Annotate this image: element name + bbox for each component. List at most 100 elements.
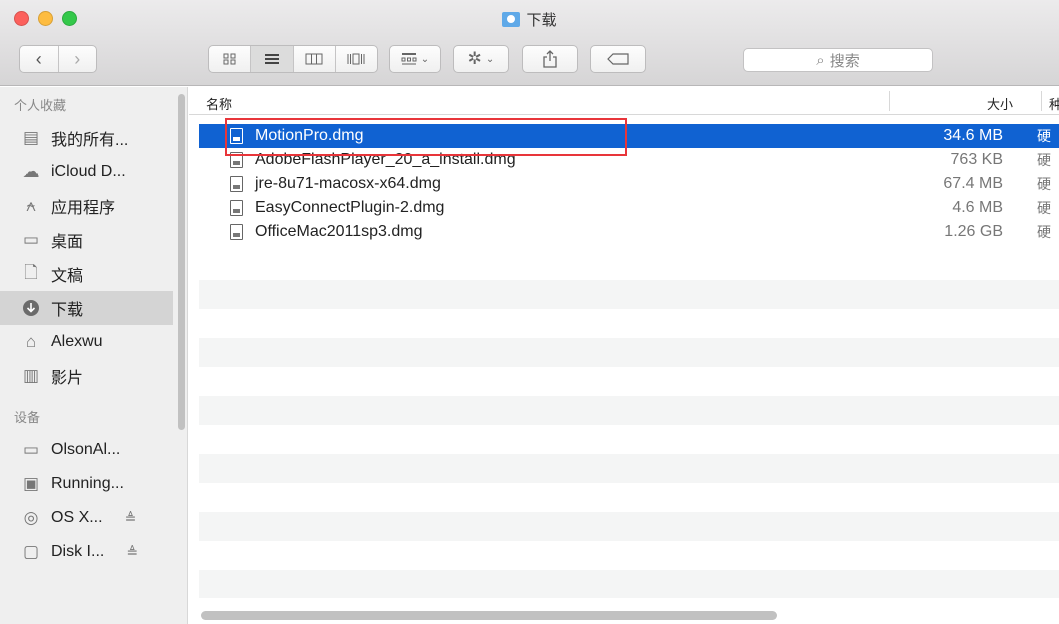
sidebar-item-label: iCloud D... (51, 163, 126, 180)
sidebar-item-downloads[interactable]: 下载 (0, 291, 173, 325)
sidebar-item-label: 应用程序 (51, 200, 116, 217)
file-size: 763 KB (950, 151, 1003, 168)
dmg-file-icon (230, 200, 243, 216)
sidebar-item-movies[interactable]: ▥ 影片 (0, 359, 173, 393)
applications-icon: ⍲ (25, 196, 37, 215)
file-name: jre-8u71-macosx-x64.dmg (255, 175, 441, 192)
downloads-icon (21, 298, 41, 318)
eject-icon[interactable]: ≜ (126, 544, 138, 561)
sidebar: 个人收藏 ▤ 我的所有... ☁ iCloud D... ⍲ 应用程序 ▭ 桌面… (0, 87, 188, 624)
chevron-left-icon: ‹ (35, 48, 42, 69)
disk-image-icon: ▣ (22, 474, 40, 493)
file-kind: 硬 (1037, 224, 1051, 240)
sidebar-item-label: 文稿 (51, 268, 84, 285)
file-name: OfficeMac2011sp3.dmg (255, 223, 423, 240)
column-divider[interactable] (889, 91, 890, 111)
share-icon (543, 50, 557, 68)
dmg-file-icon (230, 224, 243, 240)
file-size: 67.4 MB (943, 175, 1003, 192)
chevron-down-icon: ⌄ (420, 53, 430, 65)
sidebar-item-applications[interactable]: ⍲ 应用程序 (0, 189, 173, 223)
column-header-name[interactable]: 名称 (206, 94, 232, 113)
file-size: 34.6 MB (943, 127, 1003, 144)
file-name: EasyConnectPlugin-2.dmg (255, 199, 445, 216)
gear-icon: ✲ (467, 49, 482, 68)
sidebar-scrollbar[interactable] (178, 94, 185, 430)
documents-icon: 🗋 (24, 262, 38, 282)
arrange-grid-icon (401, 53, 417, 65)
back-button[interactable]: ‹ (20, 46, 58, 72)
sidebar-item-home[interactable]: ⌂ Alexwu (0, 325, 173, 359)
sidebar-item-label: Alexwu (51, 333, 103, 350)
search-icon: ⌕ (816, 51, 825, 69)
coverflow-icon (347, 53, 365, 65)
sidebar-item-icloud-drive[interactable]: ☁ iCloud D... (0, 155, 173, 189)
edit-tags-button[interactable] (590, 45, 646, 73)
list-view-button[interactable] (250, 46, 293, 72)
disk-icon: ▢ (22, 542, 40, 561)
tag-icon (607, 53, 629, 65)
icloud-icon: ☁ (22, 162, 40, 181)
file-kind: 硬 (1037, 152, 1051, 168)
file-row[interactable]: OfficeMac2011sp3.dmg 1.26 GB 硬 (199, 220, 1059, 244)
file-kind: 硬 (1037, 200, 1051, 216)
desktop-icon: ▭ (22, 230, 40, 249)
movies-icon: ▥ (22, 366, 40, 385)
search-field[interactable]: ⌕ 搜索 (743, 48, 933, 72)
optical-disk-icon: ◎ (23, 508, 39, 527)
sidebar-item-computer[interactable]: ▭ OlsonAl... (0, 433, 173, 467)
dmg-file-icon (230, 176, 243, 192)
file-size: 4.6 MB (952, 199, 1003, 216)
sidebar-item-label: 我的所有... (51, 132, 129, 149)
devices-heading: 设备 (14, 409, 41, 425)
sidebar-item-running-disk[interactable]: ▣ Running... (0, 467, 173, 501)
toolbar: 下载 ‹ › ⌄ ✲ ⌄ ⌕ 搜索 (0, 0, 1059, 86)
home-icon: ⌂ (25, 332, 37, 351)
coverflow-view-button[interactable] (334, 46, 377, 72)
sidebar-item-label: OlsonAl... (51, 441, 121, 458)
file-size: 1.26 GB (944, 223, 1003, 240)
annotation-highlight-box (225, 118, 627, 156)
sidebar-item-osx-disk[interactable]: ◎ OS X... ≜ (0, 501, 173, 535)
finder-window: 下载 ‹ › ⌄ ✲ ⌄ ⌕ 搜索 个人收藏 ▤ 我的所有... ☁ iClou… (0, 0, 1059, 624)
file-row[interactable]: jre-8u71-macosx-x64.dmg 67.4 MB 硬 (199, 172, 1059, 196)
forward-button[interactable]: › (57, 46, 97, 72)
sidebar-item-disk-image[interactable]: ▢ Disk I... ≜ (0, 535, 173, 569)
sidebar-item-label: Running... (51, 475, 124, 492)
search-placeholder: 搜索 (829, 52, 860, 70)
file-row[interactable]: EasyConnectPlugin-2.dmg 4.6 MB 硬 (199, 196, 1059, 220)
sidebar-item-desktop[interactable]: ▭ 桌面 (0, 223, 173, 257)
eject-icon[interactable]: ≜ (125, 510, 137, 527)
window-title-text: 下载 (526, 12, 557, 29)
share-button[interactable] (522, 45, 578, 73)
computer-icon: ▭ (22, 440, 40, 459)
column-divider[interactable] (1041, 91, 1042, 111)
window-title: 下载 (0, 9, 1059, 30)
sidebar-item-label: 下载 (51, 302, 84, 319)
sidebar-item-all-my-files[interactable]: ▤ 我的所有... (0, 121, 173, 155)
column-header-size[interactable]: 大小 (987, 94, 1013, 113)
list-lines-icon (264, 54, 279, 64)
icon-view-button[interactable] (209, 46, 250, 72)
sidebar-item-label: 影片 (51, 370, 84, 387)
icon-grid-icon (223, 53, 236, 65)
sidebar-item-label: Disk I... (51, 543, 105, 560)
file-list-area: 名称 大小 种 MotionPro.dmg 34.6 MB 硬 AdobeFla… (189, 87, 1059, 624)
horizontal-scrollbar[interactable] (201, 611, 777, 620)
column-view-button[interactable] (292, 46, 335, 72)
file-kind: 硬 (1037, 128, 1051, 144)
all-my-files-icon: ▤ (22, 128, 40, 147)
action-button[interactable]: ✲ ⌄ (453, 45, 509, 73)
columns-icon (305, 53, 323, 65)
downloads-folder-icon (502, 12, 521, 27)
arrange-button[interactable]: ⌄ (389, 45, 441, 73)
sidebar-item-documents[interactable]: 🗋 文稿 (0, 257, 173, 291)
column-header-kind[interactable]: 种 (1049, 94, 1059, 113)
navigation-buttons: ‹ › (19, 45, 97, 73)
favorites-heading: 个人收藏 (14, 97, 67, 113)
empty-row-stripes (199, 280, 1059, 598)
sidebar-item-label: OS X... (51, 509, 103, 526)
list-header: 名称 大小 种 (189, 87, 1059, 115)
view-mode-buttons (208, 45, 378, 73)
file-kind: 硬 (1037, 176, 1051, 192)
